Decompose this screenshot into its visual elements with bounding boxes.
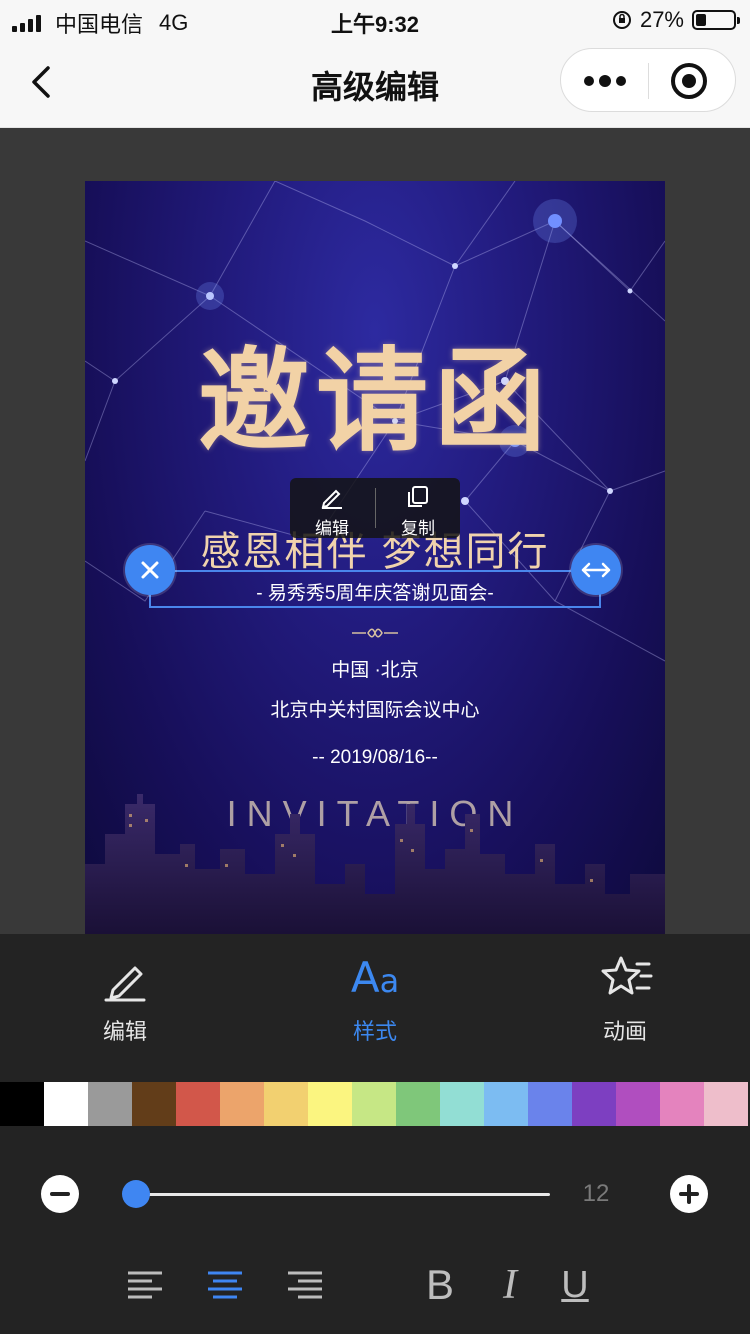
bold-button[interactable]: B — [415, 1260, 465, 1310]
popup-edit-label: 编辑 — [315, 519, 349, 538]
color-swatch[interactable] — [704, 1082, 748, 1126]
tab-edit[interactable]: 编辑 — [50, 952, 200, 1046]
font-size-slider-knob[interactable] — [122, 1180, 150, 1208]
ornament-divider-icon — [352, 628, 398, 638]
tab-animation[interactable]: 动画 — [550, 952, 700, 1046]
target-circle-icon[interactable] — [671, 63, 707, 99]
underline-button[interactable]: U — [550, 1260, 600, 1310]
tab-style-label: 样式 — [352, 1019, 397, 1044]
color-swatch[interactable] — [220, 1082, 264, 1126]
tab-animation-label: 动画 — [602, 1019, 647, 1044]
popup-edit-button[interactable]: 编辑 — [290, 484, 374, 539]
card-date[interactable]: -- 2019/08/16-- — [85, 747, 665, 769]
color-swatch[interactable] — [616, 1082, 660, 1126]
editor-canvas: 邀请函 感恩相伴 梦想同行 - 易秀秀5周年庆答谢见面会- 中国 ·北京 北京中… — [0, 128, 750, 934]
rotation-lock-icon — [612, 11, 631, 29]
increase-size-button[interactable] — [670, 1175, 708, 1213]
card-title[interactable]: 邀请函 — [85, 311, 665, 473]
capsule-divider — [648, 63, 649, 99]
text-format-row: B I U — [0, 1260, 750, 1310]
bottom-tool-panel: 编辑 Aa 样式 动画 12 B I U — [0, 934, 750, 1334]
color-swatch[interactable] — [132, 1082, 176, 1126]
battery-icon — [692, 10, 740, 30]
battery-percent: 27% — [639, 7, 684, 32]
font-size-slider-track[interactable] — [136, 1193, 550, 1196]
font-size-value: 12 — [582, 1180, 610, 1207]
color-swatch[interactable] — [528, 1082, 572, 1126]
color-swatch[interactable] — [572, 1082, 616, 1126]
color-swatch[interactable] — [44, 1082, 88, 1126]
close-icon[interactable] — [125, 545, 175, 595]
popup-copy-button[interactable]: 复制 — [376, 484, 460, 539]
color-swatch[interactable] — [0, 1082, 44, 1126]
align-right-button[interactable] — [280, 1260, 330, 1310]
color-swatch[interactable] — [264, 1082, 308, 1126]
align-center-button[interactable] — [200, 1260, 250, 1310]
app-root: 中国电信 4G 上午9:32 27% 高级编辑 邀请函 感恩相伴 梦想同行 - … — [0, 0, 750, 1334]
color-swatch[interactable] — [660, 1082, 704, 1126]
color-swatch[interactable] — [88, 1082, 132, 1126]
italic-button[interactable]: I — [485, 1260, 535, 1310]
copy-icon — [408, 486, 428, 507]
tab-style[interactable]: Aa 样式 — [300, 952, 450, 1046]
text-selection-box[interactable] — [149, 570, 601, 608]
star-animation-icon — [601, 956, 653, 995]
tool-tabs: 编辑 Aa 样式 动画 — [0, 934, 750, 1064]
align-right-icon — [288, 1271, 322, 1299]
font-style-icon: Aa — [350, 953, 400, 1002]
card-venue[interactable]: 北京中关村国际会议中心 — [85, 695, 665, 722]
pencil-icon — [104, 966, 146, 1002]
more-dots-icon[interactable] — [561, 49, 648, 113]
color-swatch[interactable] — [396, 1082, 440, 1126]
color-swatch[interactable] — [440, 1082, 484, 1126]
status-bar: 中国电信 4G 上午9:32 27% — [0, 0, 750, 40]
resize-horizontal-icon[interactable] — [571, 545, 621, 595]
align-left-button[interactable] — [120, 1260, 170, 1310]
card-city[interactable]: 中国 ·北京 — [85, 655, 665, 682]
align-center-icon — [208, 1271, 242, 1299]
element-action-popup: 编辑 复制 — [290, 478, 460, 538]
city-skyline-image — [85, 794, 665, 934]
color-swatch[interactable] — [352, 1082, 396, 1126]
mini-program-capsule — [560, 48, 736, 112]
tab-edit-label: 编辑 — [102, 1019, 147, 1044]
color-swatch[interactable] — [176, 1082, 220, 1126]
color-swatch[interactable] — [308, 1082, 352, 1126]
nav-bar: 高级编辑 — [0, 40, 750, 128]
font-size-row: 12 — [0, 1172, 750, 1216]
popup-copy-label: 复制 — [401, 519, 435, 538]
color-palette — [0, 1082, 750, 1126]
align-left-icon — [128, 1271, 162, 1299]
pencil-icon — [321, 489, 342, 509]
color-swatch[interactable] — [484, 1082, 528, 1126]
decrease-size-button[interactable] — [41, 1175, 79, 1213]
